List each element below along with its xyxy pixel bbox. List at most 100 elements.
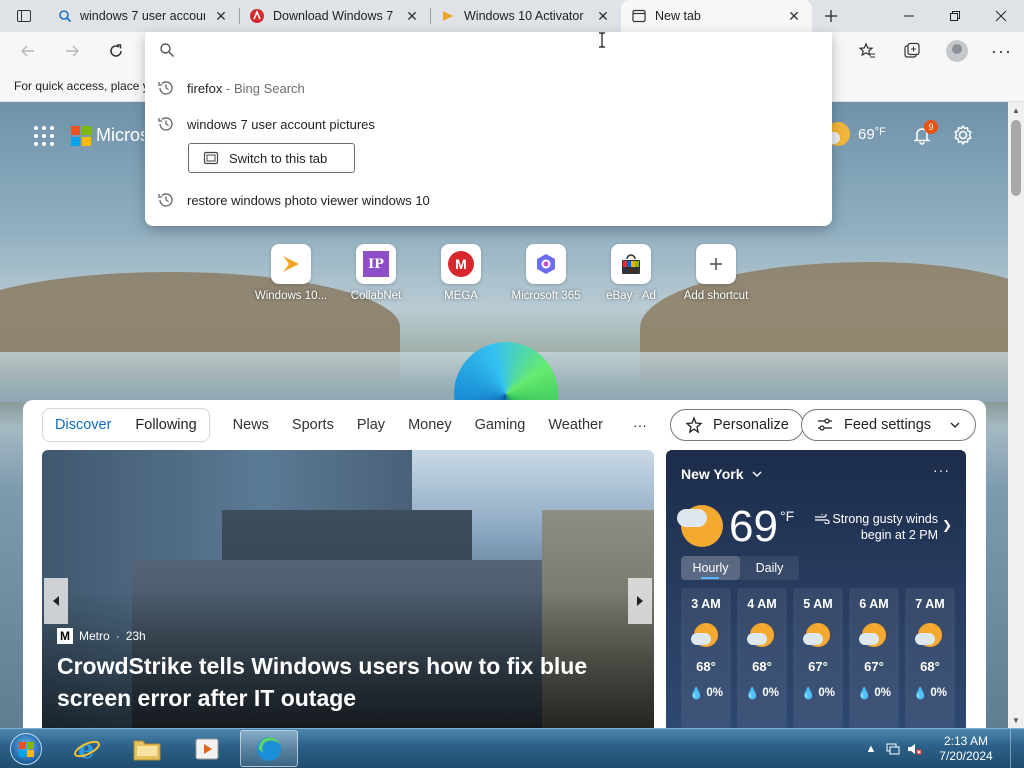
m365-icon bbox=[526, 244, 566, 284]
feed-settings-button[interactable]: Feed settings bbox=[801, 409, 977, 441]
windows-logo-icon bbox=[10, 733, 42, 765]
tab-actions-button[interactable] bbox=[0, 0, 48, 32]
quick-link-microsoft365[interactable]: Microsoft 365 bbox=[501, 244, 591, 302]
hero-article-card[interactable]: M Metro · 23h CrowdStrike tells Windows … bbox=[42, 450, 654, 728]
quick-link-windows10[interactable]: Windows 10... bbox=[246, 244, 336, 302]
new-tab-icon bbox=[632, 9, 646, 23]
restore-button[interactable] bbox=[932, 0, 978, 32]
precip-value: 0% bbox=[874, 687, 891, 699]
tab-new-tab[interactable]: New tab ✕ bbox=[621, 0, 812, 32]
tab-discover[interactable]: Discover bbox=[55, 417, 111, 433]
tab-title: Download Windows 7 U bbox=[273, 9, 396, 23]
taskbar-internet-explorer[interactable]: e bbox=[58, 730, 116, 767]
quick-link-mega[interactable]: M MEGA bbox=[416, 244, 506, 302]
hour-precip: 💧 0% bbox=[745, 686, 779, 700]
suggestion-item[interactable]: restore windows photo viewer windows 10 bbox=[157, 191, 430, 209]
collections-button[interactable] bbox=[889, 32, 934, 70]
taskbar-file-explorer[interactable] bbox=[118, 730, 176, 767]
gear-icon bbox=[954, 125, 972, 145]
volume-muted-icon[interactable] bbox=[904, 742, 926, 756]
quick-link-collabnet[interactable]: IP CollabNet bbox=[331, 244, 421, 302]
weather-tab-daily[interactable]: Daily bbox=[740, 556, 799, 580]
suggestion-item[interactable]: firefox - Bing Search bbox=[157, 79, 305, 97]
minimize-icon bbox=[904, 15, 914, 17]
brand-text: Micros bbox=[96, 125, 144, 145]
search-icon bbox=[59, 10, 72, 23]
droplet-icon: 💧 bbox=[745, 688, 760, 700]
source-sep: · bbox=[115, 629, 120, 643]
more-icon[interactable]: ··· bbox=[633, 417, 647, 433]
sparkle-star-icon bbox=[685, 416, 703, 434]
taskbar-edge[interactable] bbox=[240, 730, 298, 767]
source-name: Metro bbox=[79, 629, 110, 643]
weather-widget[interactable]: 69°F bbox=[822, 122, 886, 146]
nav-weather[interactable]: Weather bbox=[548, 417, 603, 433]
forward-button[interactable] bbox=[50, 32, 94, 70]
windows-taskbar: e ▲ 2:13 AM 7/20/2024 bbox=[0, 728, 1024, 768]
plus-icon bbox=[696, 244, 736, 284]
show-desktop-button[interactable] bbox=[1010, 729, 1024, 768]
tab-following[interactable]: Following bbox=[135, 417, 196, 433]
profile-button[interactable] bbox=[934, 32, 979, 70]
nav-news[interactable]: News bbox=[233, 417, 269, 433]
page-scrollbar[interactable]: ▲ ▼ bbox=[1008, 102, 1024, 728]
favorites-button[interactable] bbox=[844, 32, 889, 70]
close-icon[interactable]: ✕ bbox=[404, 8, 420, 24]
weather-more-icon[interactable]: ··· bbox=[933, 462, 950, 478]
refresh-button[interactable] bbox=[94, 32, 138, 70]
close-icon[interactable]: ✕ bbox=[213, 8, 229, 24]
weather-unit: °F bbox=[874, 125, 886, 138]
start-button[interactable] bbox=[6, 731, 46, 767]
internet-explorer-icon: e bbox=[74, 735, 100, 764]
new-tab-button[interactable] bbox=[816, 0, 846, 32]
hourly-item: 7 AM 68° 💧 0% bbox=[905, 588, 955, 728]
personalize-label: Personalize bbox=[713, 417, 789, 433]
minimize-button[interactable] bbox=[886, 0, 932, 32]
nav-sports[interactable]: Sports bbox=[292, 417, 334, 433]
chevron-down-icon bbox=[752, 471, 762, 477]
app-launcher-icon[interactable] bbox=[34, 126, 54, 146]
back-button[interactable] bbox=[6, 32, 50, 70]
tab-title: New tab bbox=[655, 9, 701, 23]
chevron-right-icon[interactable]: ❯ bbox=[942, 518, 952, 532]
site-favicon-yellow bbox=[443, 11, 453, 21]
page-settings-button[interactable] bbox=[952, 124, 974, 152]
browser-tab-bar: windows 7 user account ✕ Download Window… bbox=[0, 0, 1024, 32]
show-hidden-icons-button[interactable]: ▲ bbox=[860, 743, 882, 755]
close-icon[interactable]: ✕ bbox=[786, 8, 802, 24]
article-title[interactable]: CrowdStrike tells Windows users how to f… bbox=[57, 650, 617, 714]
taskbar-media-player[interactable] bbox=[178, 730, 236, 767]
carousel-next-button[interactable] bbox=[628, 578, 652, 624]
switch-to-tab-button[interactable]: Switch to this tab bbox=[188, 143, 355, 173]
taskbar-clock[interactable]: 2:13 AM 7/20/2024 bbox=[926, 734, 1006, 764]
tab-search-results[interactable]: windows 7 user account ✕ bbox=[48, 0, 239, 32]
weather-tab-hourly[interactable]: Hourly bbox=[681, 556, 740, 580]
nav-gaming[interactable]: Gaming bbox=[475, 417, 526, 433]
scroll-up-arrow-icon[interactable]: ▲ bbox=[1008, 102, 1024, 118]
tab-download-windows[interactable]: Download Windows 7 U ✕ bbox=[239, 0, 430, 32]
nav-play[interactable]: Play bbox=[357, 417, 385, 433]
clock-time: 2:13 AM bbox=[943, 734, 989, 748]
personalize-button[interactable]: Personalize bbox=[670, 409, 804, 441]
network-icon[interactable] bbox=[882, 742, 904, 756]
nav-money[interactable]: Money bbox=[408, 417, 452, 433]
hour-temp: 67° bbox=[864, 659, 884, 674]
weather-city: New York bbox=[681, 466, 744, 482]
carousel-prev-button[interactable] bbox=[44, 578, 68, 624]
feed-nav: Discover Following News Sports Play Mone… bbox=[42, 408, 647, 442]
scroll-down-arrow-icon[interactable]: ▼ bbox=[1008, 712, 1024, 728]
add-shortcut-button[interactable]: Add shortcut bbox=[671, 244, 761, 302]
suggestion-text: restore windows photo viewer windows 10 bbox=[187, 192, 430, 208]
close-icon[interactable]: ✕ bbox=[595, 8, 611, 24]
close-window-button[interactable] bbox=[978, 0, 1024, 32]
weather-tabs: Hourly Daily bbox=[681, 556, 799, 580]
tab-windows-activator[interactable]: Windows 10 Activator ✕ bbox=[430, 0, 621, 32]
weather-city-selector[interactable]: New York bbox=[681, 466, 762, 482]
weather-alert[interactable]: Strong gusty winds begin at 2 PM bbox=[814, 511, 938, 543]
scroll-thumb[interactable] bbox=[1011, 120, 1021, 196]
arrow-right-icon bbox=[66, 45, 79, 57]
address-bar-suggestions: firefox - Bing Search windows 7 user acc… bbox=[145, 32, 832, 226]
settings-more-button[interactable]: ··· bbox=[979, 32, 1024, 70]
suggestion-item[interactable]: windows 7 user account pictures bbox=[157, 115, 375, 133]
quick-link-ebay[interactable]: eBay · Ad bbox=[586, 244, 676, 302]
